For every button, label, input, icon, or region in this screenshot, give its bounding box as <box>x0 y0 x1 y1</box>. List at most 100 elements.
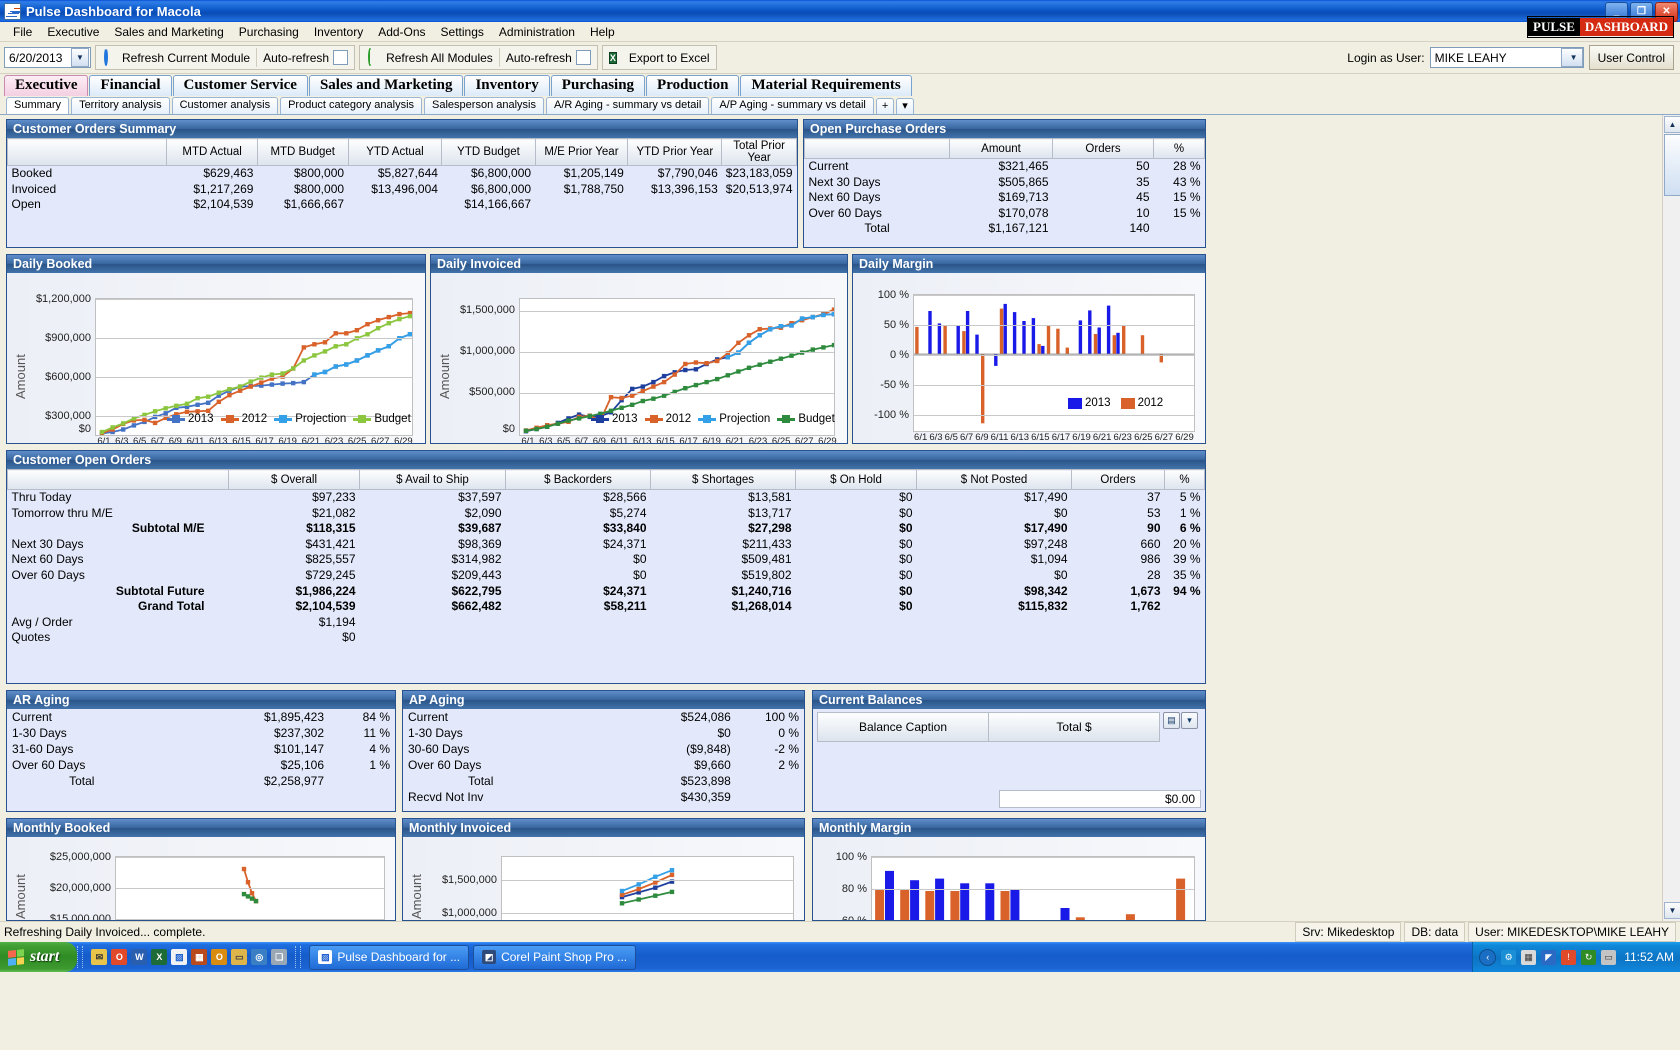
subtab-overflow-button[interactable]: ▾ <box>896 98 914 114</box>
table-row[interactable]: 30-60 Days ($9,848) -2 % <box>403 741 804 757</box>
col-orders[interactable]: Orders <box>1052 138 1154 159</box>
chart-icon[interactable]: ▨ <box>171 949 188 965</box>
table-row[interactable]: 31-60 Days $101,147 4 % <box>7 741 395 757</box>
start-button[interactable]: start <box>0 942 78 972</box>
table-row[interactable]: Total $2,258,977 <box>7 773 395 789</box>
camera-icon[interactable]: ◎ <box>251 949 268 965</box>
mail-icon[interactable]: ✉ <box>91 949 108 965</box>
excel-icon[interactable]: X <box>151 949 168 965</box>
menu-item-administration[interactable]: Administration <box>492 23 582 41</box>
folder-icon[interactable]: ▭ <box>231 949 248 965</box>
tab-inventory[interactable]: Inventory <box>464 75 550 96</box>
col-not-posted[interactable]: $ Not Posted <box>916 469 1072 490</box>
menu-item-settings[interactable]: Settings <box>434 23 491 41</box>
table-row[interactable]: Tomorrow thru M/E $21,082 $2,090 $5,274 $13,… <box>8 506 1205 522</box>
tab-purchasing[interactable]: Purchasing <box>550 75 646 96</box>
subtab-summary[interactable]: Summary <box>6 97 70 114</box>
show-desktop-icon[interactable]: ❏ <box>271 949 288 965</box>
subtab-add-button[interactable]: + <box>875 98 895 114</box>
table-row[interactable]: Booked $629,463 $800,000 $5,827,644 $6,8… <box>8 166 797 182</box>
table-row[interactable]: Subtotal M/E $118,315 $39,687 $33,840 $27,29… <box>8 521 1205 537</box>
chevron-down-icon[interactable]: ▼ <box>71 48 89 67</box>
table-row[interactable]: Next 60 Days $825,557 $314,982 $0 $509,481 $0… <box>8 552 1205 568</box>
col-ytd-actual[interactable]: YTD Actual <box>347 138 443 166</box>
table-row[interactable]: 1-30 Days $0 0 % <box>403 725 804 741</box>
col-blank[interactable] <box>7 469 229 490</box>
tab-production[interactable]: Production <box>646 75 740 96</box>
refresh-current-module-button[interactable]: Refresh Current Module <box>96 47 256 68</box>
auto-refresh-current-toggle[interactable]: Auto-refresh <box>257 47 354 68</box>
tray-update-icon[interactable]: ↻ <box>1581 949 1597 965</box>
chevron-down-icon[interactable]: ▼ <box>1560 48 1583 67</box>
auto-refresh-current-checkbox[interactable] <box>333 50 349 65</box>
col-orders[interactable]: Orders <box>1071 469 1165 490</box>
table-row[interactable]: Next 30 Days $505,865 35 43 % <box>805 175 1205 191</box>
menu-item-add-ons[interactable]: Add-Ons <box>371 23 432 41</box>
subtab-territory-analysis[interactable]: Territory analysis <box>71 97 170 114</box>
subtab-salesperson-analysis[interactable]: Salesperson analysis <box>424 97 544 114</box>
media-icon[interactable]: ▦ <box>191 949 208 965</box>
col-overall[interactable]: $ Overall <box>228 469 360 490</box>
table-row[interactable]: Current $524,086 100 % <box>403 709 804 725</box>
subtab-product-category-analysis[interactable]: Product category analysis <box>280 97 423 114</box>
chevron-down-icon[interactable]: ▾ <box>1181 712 1198 729</box>
col-percent[interactable]: % <box>1164 469 1205 490</box>
table-row[interactable]: Total $523,898 <box>403 773 804 789</box>
tab-executive[interactable]: Executive <box>4 75 89 96</box>
scrollbar-thumb[interactable] <box>1664 134 1680 196</box>
taskbar-item-pulse-dashboard[interactable]: ▨ Pulse Dashboard for ... <box>309 944 470 970</box>
table-row[interactable]: Over 60 Days $170,078 10 15 % <box>805 206 1205 222</box>
tray-volume-icon[interactable]: ◤ <box>1541 949 1557 965</box>
tray-alert-icon[interactable]: ! <box>1561 949 1577 965</box>
table-row[interactable]: Thru Today $97,233 $37,597 $28,566 $13,581 $0… <box>8 490 1205 506</box>
menu-item-executive[interactable]: Executive <box>40 23 106 41</box>
tray-shield-icon[interactable]: ▦ <box>1521 949 1537 965</box>
table-row[interactable]: Total $1,167,121 140 <box>805 221 1205 237</box>
menu-item-help[interactable]: Help <box>583 23 622 41</box>
table-row[interactable]: Over 60 Days $25,106 1 % <box>7 757 395 773</box>
taskbar-item-corel-paint-shop-pro[interactable]: ◩ Corel Paint Shop Pro ... <box>473 944 637 970</box>
export-to-excel-button[interactable]: X Export to Excel <box>603 47 716 68</box>
user-control-button[interactable]: User Control <box>1588 45 1674 70</box>
word-icon[interactable]: W <box>131 949 148 965</box>
tab-financial[interactable]: Financial <box>89 75 172 96</box>
table-row[interactable]: Current $321,465 50 28 % <box>805 159 1205 175</box>
col-amount[interactable]: Amount <box>949 138 1053 159</box>
menu-item-file[interactable]: File <box>6 23 39 41</box>
subtab-ap-aging-summary-vs-detail[interactable]: A/P Aging - summary vs detail <box>711 97 874 114</box>
tab-sales-and-marketing[interactable]: Sales and Marketing <box>308 75 464 96</box>
col-mtd-actual[interactable]: MTD Actual <box>166 138 258 166</box>
col-avail-to-ship[interactable]: $ Avail to Ship <box>359 469 506 490</box>
tab-customer-service[interactable]: Customer Service <box>172 75 308 96</box>
col-balance-caption[interactable]: Balance Caption <box>817 712 989 742</box>
col-ytd-budget[interactable]: YTD Budget <box>441 138 536 166</box>
table-row[interactable]: Next 30 Days $431,421 $98,369 $24,371 $211,4… <box>8 537 1205 553</box>
table-row[interactable]: Subtotal Future $1,986,224 $622,795 $24,371… <box>8 584 1205 600</box>
col-blank[interactable] <box>7 138 168 166</box>
auto-refresh-all-checkbox[interactable] <box>575 50 591 65</box>
opera-icon[interactable]: O <box>111 949 128 965</box>
auto-refresh-all-toggle[interactable]: Auto-refresh <box>500 47 597 68</box>
table-row[interactable]: Open $2,104,539 $1,666,667 $14,166,667 <box>8 197 797 213</box>
tray-expand-icon[interactable]: ‹ <box>1479 948 1497 966</box>
col-on-hold[interactable]: $ On Hold <box>795 469 917 490</box>
col-shortages[interactable]: $ Shortages <box>650 469 796 490</box>
col-total-dollars[interactable]: Total $ <box>989 712 1160 742</box>
login-user-select[interactable]: MIKE LEAHY ▼ <box>1429 47 1584 68</box>
col-total-prior-year[interactable]: Total Prior Year <box>721 138 797 166</box>
table-row[interactable]: Quotes $0 <box>8 630 1205 646</box>
table-row[interactable]: Grand Total $2,104,539 $662,482 $58,211 $1,2… <box>8 599 1205 615</box>
col-percent[interactable]: % <box>1153 138 1205 159</box>
table-row[interactable]: Recvd Not Inv $430,359 <box>403 789 804 805</box>
outlook-icon[interactable]: O <box>211 949 228 965</box>
table-row[interactable]: Avg / Order $1,194 <box>8 615 1205 631</box>
col-me-prior-year[interactable]: M/E Prior Year <box>534 138 629 166</box>
grid-view-icon[interactable]: ▤ <box>1163 712 1180 729</box>
subtab-customer-analysis[interactable]: Customer analysis <box>171 97 279 114</box>
scroll-up-arrow-icon[interactable]: ▲ <box>1664 116 1680 133</box>
col-backorders[interactable]: $ Backorders <box>505 469 651 490</box>
subtab-ar-aging-summary-vs-detail[interactable]: A/R Aging - summary vs detail <box>545 97 710 114</box>
table-row[interactable]: Next 60 Days $169,713 45 15 % <box>805 190 1205 206</box>
tray-network-icon[interactable]: ⚙ <box>1501 949 1517 965</box>
tray-monitor-icon[interactable]: ▭ <box>1601 949 1617 965</box>
